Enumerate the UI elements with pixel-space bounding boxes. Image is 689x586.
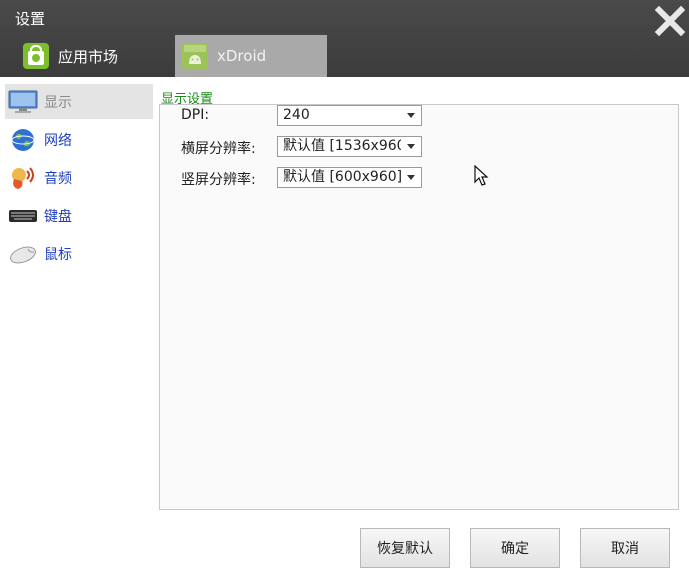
sidebar-item-label: 键盘 — [44, 208, 72, 225]
globe-icon — [11, 128, 35, 151]
android-icon — [182, 43, 208, 69]
audio-icon — [12, 166, 34, 189]
tab-label: 应用市场 — [58, 47, 119, 66]
tab-label: xDroid — [217, 47, 267, 65]
close-icon — [654, 5, 686, 37]
sidebar-item-audio[interactable]: 音频 — [5, 160, 153, 195]
chevron-down-icon — [407, 175, 415, 180]
portrait-resolution-select[interactable]: 默认值 [600x960] — [277, 167, 422, 188]
landscape-resolution-label: 横屏分辨率: — [181, 141, 256, 157]
window-title: 设置 — [15, 10, 46, 28]
tab-app-market[interactable]: 应用市场 — [0, 35, 175, 77]
restore-default-button[interactable]: 恢复默认 — [360, 528, 450, 568]
keyboard-icon — [9, 209, 37, 222]
portrait-resolution-value: 默认值 [600x960] — [283, 169, 401, 185]
dpi-label: DPI: — [181, 107, 210, 123]
sidebar-item-label: 网络 — [44, 132, 72, 149]
display-settings-panel — [159, 104, 679, 510]
portrait-resolution-label: 竖屏分辨率: — [181, 172, 256, 188]
sidebar-item-display[interactable]: 显示 — [5, 84, 153, 119]
monitor-icon — [8, 90, 38, 113]
sidebar-item-keyboard[interactable]: 键盘 — [5, 198, 153, 233]
tab-xdroid[interactable]: xDroid — [175, 35, 327, 77]
close-button[interactable] — [653, 4, 687, 38]
sidebar-item-mouse[interactable]: 鼠标 — [5, 236, 153, 271]
title-bar: 设置 应用市场 xDroid — [0, 0, 689, 77]
cancel-button[interactable]: 取消 — [580, 528, 670, 568]
sidebar: 显示 网络 音频 键盘 鼠标 — [0, 77, 155, 297]
ok-button[interactable]: 确定 — [470, 528, 560, 568]
chevron-down-icon — [407, 113, 415, 118]
sidebar-item-label: 鼠标 — [44, 246, 72, 263]
mouse-pointer-icon — [474, 165, 489, 186]
dpi-value: 240 — [283, 107, 310, 123]
sidebar-item-label: 显示 — [44, 94, 72, 111]
sidebar-item-label: 音频 — [44, 170, 72, 187]
android-market-icon — [23, 43, 49, 69]
dpi-select[interactable]: 240 — [277, 105, 422, 126]
mouse-icon — [10, 246, 36, 263]
landscape-resolution-value: 默认值 [1536x960] — [283, 138, 401, 154]
sidebar-item-network[interactable]: 网络 — [5, 122, 153, 157]
chevron-down-icon — [407, 144, 415, 149]
landscape-resolution-select[interactable]: 默认值 [1536x960] — [277, 136, 422, 157]
